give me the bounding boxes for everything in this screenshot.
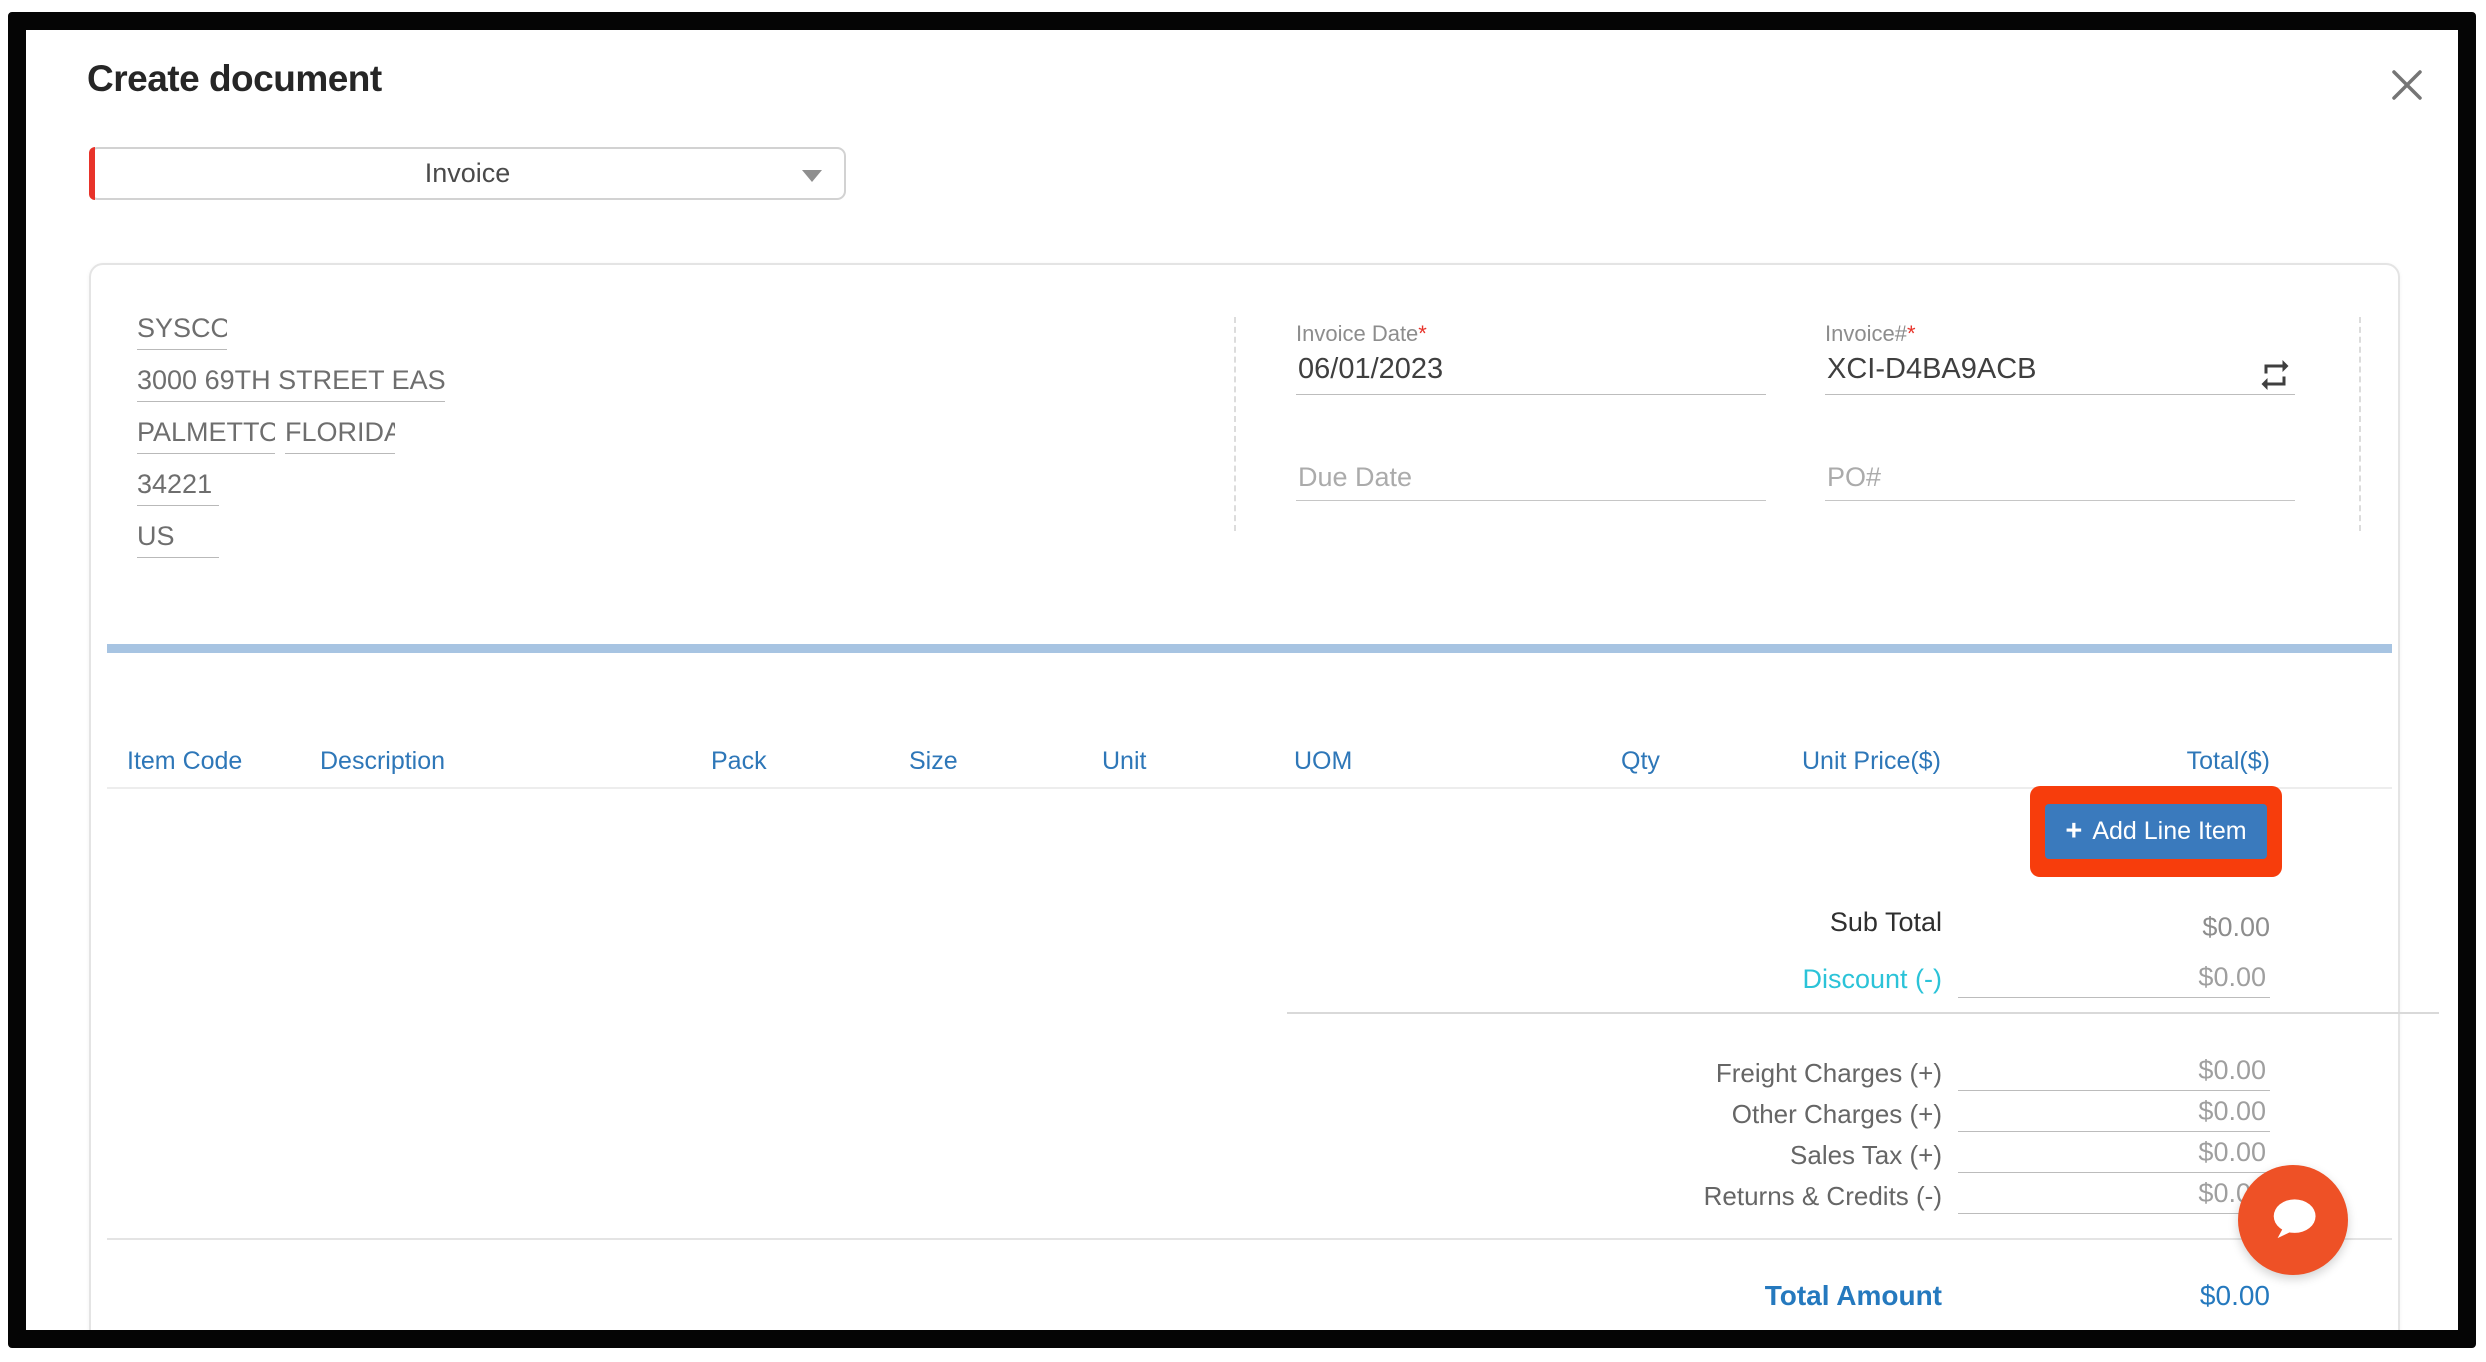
required-asterisk: * [1418, 321, 1427, 346]
document-type-value: Invoice [91, 149, 844, 198]
column-header-pack: Pack [711, 747, 767, 776]
invoice-date-label: Invoice Date* [1296, 321, 1427, 347]
dashed-separator-left [1234, 317, 1236, 531]
chat-widget-button[interactable] [2238, 1165, 2348, 1275]
sub-total-label: Sub Total [1522, 907, 1942, 938]
add-line-item-label: Add Line Item [2092, 817, 2246, 846]
totals-divider [1287, 1012, 2439, 1014]
column-header-qty: Qty [1621, 747, 1660, 776]
freight-charges-field[interactable] [1958, 1055, 2270, 1091]
invoice-date-field[interactable] [1296, 351, 1766, 395]
invoice-number-label-text: Invoice# [1825, 321, 1907, 346]
page-title: Create document [87, 58, 382, 100]
vendor-country-field[interactable] [137, 520, 219, 558]
invoice-form-card: Invoice Date* Invoice#* Item Code Descri… [89, 263, 2400, 1344]
due-date-field[interactable] [1296, 461, 1766, 501]
section-divider-blue [107, 644, 2392, 653]
close-button[interactable] [2382, 60, 2432, 110]
other-charges-field[interactable] [1958, 1096, 2270, 1132]
add-line-item-button[interactable]: + Add Line Item [2045, 804, 2267, 859]
returns-credits-label: Returns & Credits (-) [1522, 1181, 1942, 1212]
regenerate-invoice-number-button[interactable] [2257, 357, 2293, 393]
dashed-separator-right [2359, 317, 2361, 531]
invoice-date-label-text: Invoice Date [1296, 321, 1418, 346]
vendor-street-field[interactable] [137, 364, 445, 402]
column-header-total: Total($) [2170, 747, 2270, 776]
freight-charges-label: Freight Charges (+) [1522, 1058, 1942, 1089]
regenerate-icon [2257, 357, 2293, 393]
vendor-zip-field[interactable] [137, 468, 219, 506]
vendor-city-field[interactable] [137, 416, 275, 454]
required-asterisk: * [1907, 321, 1916, 346]
column-header-item-code: Item Code [127, 747, 242, 776]
vendor-state-field[interactable] [285, 416, 395, 454]
returns-credits-field[interactable] [1958, 1178, 2270, 1214]
po-number-field[interactable] [1825, 461, 2295, 501]
column-header-description: Description [320, 747, 445, 776]
column-header-unit: Unit [1102, 747, 1146, 776]
close-icon [2387, 65, 2427, 105]
column-header-unit-price: Unit Price($) [1802, 747, 1941, 776]
plus-icon: + [2065, 817, 2082, 846]
chevron-down-icon [802, 170, 822, 182]
total-amount-value: $0.00 [1958, 1280, 2270, 1312]
other-charges-label: Other Charges (+) [1522, 1099, 1942, 1130]
sub-total-value: $0.00 [1958, 912, 2270, 943]
grand-total-divider [107, 1238, 2392, 1240]
column-header-size: Size [909, 747, 958, 776]
invoice-number-label: Invoice#* [1825, 321, 1916, 347]
column-header-uom: UOM [1294, 747, 1352, 776]
sales-tax-field[interactable] [1958, 1137, 2270, 1173]
chat-bubble-icon [2260, 1187, 2326, 1253]
total-amount-label: Total Amount [1522, 1280, 1942, 1312]
discount-label[interactable]: Discount (-) [1522, 964, 1942, 995]
discount-field[interactable] [1958, 962, 2270, 998]
sales-tax-label: Sales Tax (+) [1522, 1140, 1942, 1171]
vendor-name-field[interactable] [137, 312, 227, 350]
document-type-select[interactable]: Invoice [89, 147, 846, 200]
invoice-number-field[interactable] [1825, 351, 2295, 395]
